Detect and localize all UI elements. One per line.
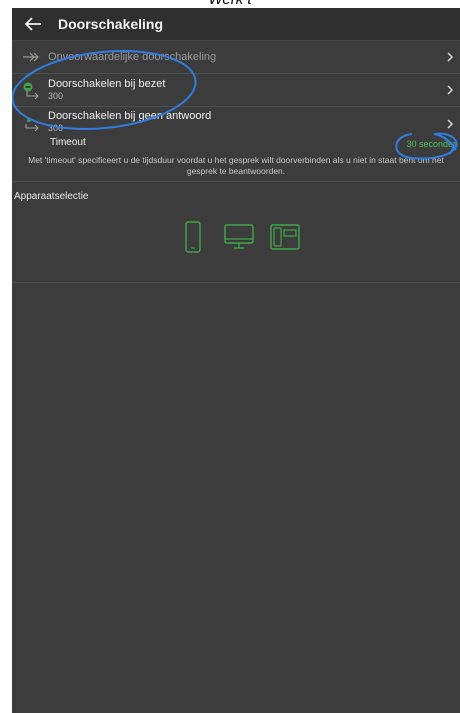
chevron-right-icon (447, 119, 454, 129)
page-title: Doorschakeling (58, 16, 164, 32)
mobile-phone-icon[interactable] (178, 220, 208, 254)
row-label: Doorschakelen bij geen antwoord (48, 110, 212, 122)
section-title: Apparaatselectie (14, 191, 89, 202)
forward-arrows-icon (23, 52, 39, 62)
busy-forward-icon (23, 82, 39, 100)
row-number: 300 (48, 123, 64, 133)
row-label: Doorschakelen bij bezet (48, 78, 166, 90)
timeout-label: Timeout (50, 137, 86, 148)
noanswer-forward-icon (23, 114, 39, 132)
device-selection-section: Apparaatselectie (12, 182, 460, 283)
row-noanswer-forwarding[interactable]: Doorschakelen bij geen antwoord 300 (12, 107, 460, 137)
app-screen: Doorschakeling Onvoorwaardelijke doorsch… (12, 8, 460, 713)
row-number: 300 (48, 91, 64, 101)
desktop-monitor-icon[interactable] (224, 220, 254, 254)
timeout-setting[interactable]: Timeout 30 seconden (12, 137, 460, 153)
desk-phone-icon[interactable] (270, 220, 300, 254)
arrow-left-icon[interactable] (22, 14, 44, 34)
timeout-value[interactable]: 30 seconden (406, 139, 458, 149)
row-busy-forwarding[interactable]: Doorschakelen bij bezet 300 (12, 74, 460, 107)
chevron-right-icon (447, 85, 454, 95)
app-bar: Doorschakeling (12, 8, 460, 41)
chevron-right-icon (447, 52, 454, 62)
device-list (178, 220, 300, 254)
row-unconditional-forwarding[interactable]: Onvoorwaardelijke doorschakeling (12, 41, 460, 74)
row-label: Onvoorwaardelijke doorschakeling (48, 50, 217, 63)
timeout-description: Met 'timeout' specificeert u de tijdsduu… (12, 155, 460, 182)
